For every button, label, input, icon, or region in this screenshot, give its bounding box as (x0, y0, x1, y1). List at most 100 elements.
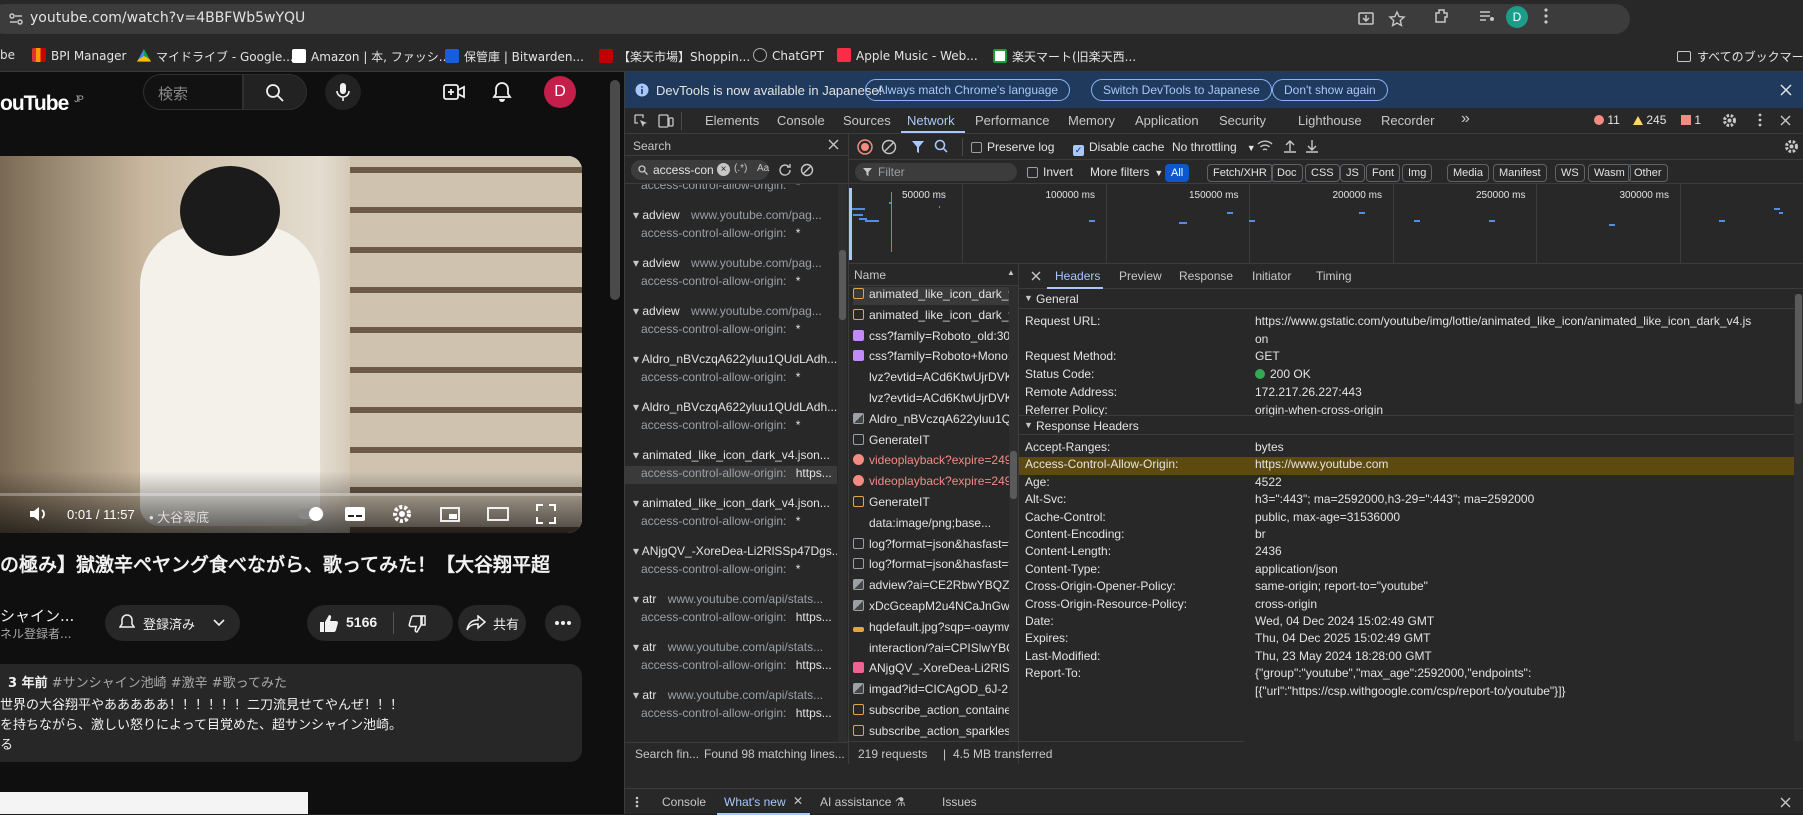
subscribed-button[interactable]: 登録済み (105, 605, 240, 641)
response-header-row[interactable]: Cache-Control: public, max-age=31536000 (1019, 510, 1794, 528)
close-drawer-tab-icon[interactable]: ✕ (793, 794, 803, 808)
url-text[interactable]: youtube.com/watch?v=4BBFWb5wYQU (30, 10, 305, 26)
search-result-file[interactable]: ▾ atr www.youtube.com/api/stats... (633, 592, 823, 606)
network-settings-icon[interactable] (1784, 139, 1799, 154)
tab-performance[interactable]: Performance (975, 113, 1049, 128)
request-row[interactable]: hqdefault.jpg?sqp=-oaymw... (853, 620, 1009, 638)
request-row[interactable]: lvz?evtid=ACd6KtwUjrDVKq... (853, 391, 1009, 409)
response-header-row[interactable]: Expires: Thu, 04 Dec 2025 15:02:49 GMT (1019, 631, 1794, 649)
more-tabs-icon[interactable]: » (1461, 110, 1470, 128)
response-header-row[interactable]: Content-Type: application/json (1019, 562, 1794, 580)
warning-counter[interactable]: 245 (1633, 113, 1666, 127)
miniplayer-icon[interactable] (440, 507, 460, 522)
site-settings-icon[interactable] (8, 11, 24, 27)
request-row[interactable]: lvz?evtid=ACd6KtwUjrDVKq... (853, 370, 1009, 388)
request-row[interactable]: GenerateIT (853, 433, 1009, 451)
search-query-input[interactable]: access-contr × (.*) Aa (631, 160, 769, 180)
youtube-logo[interactable]: ouTube JP (0, 92, 84, 116)
request-row[interactable]: css?family=Roboto_old:300i... (853, 329, 1009, 347)
response-header-row[interactable]: Cross-Origin-Opener-Policy: same-origin; … (1019, 579, 1794, 597)
drawer-tab-ai-assistance[interactable]: AI assistance ⚗ (820, 795, 905, 809)
response-header-row[interactable]: Alt-Svc: h3=":443"; ma=2592000,h3-29=":44… (1019, 492, 1794, 510)
response-header-row[interactable]: Report-To: {"group":"youtube","max_age":2… (1019, 666, 1794, 684)
filter-chip-all[interactable]: All (1165, 164, 1190, 182)
search-result-file[interactable]: ▾ adview www.youtube.com/pag... (633, 304, 822, 318)
bookmark-bitwarden[interactable]: 保管庫 | Bitwarden... (445, 48, 584, 65)
header-value[interactable]: GET (1255, 349, 1280, 363)
tab-preview[interactable]: Preview (1119, 269, 1162, 283)
tab-recorder[interactable]: Recorder (1381, 113, 1434, 128)
dislike-icon[interactable] (408, 615, 426, 633)
search-result-match[interactable]: access-control-allow-origin: * (625, 562, 837, 580)
response-header-row[interactable]: Access-Control-Allow-Origin: https://www.… (1019, 457, 1794, 476)
install-app-icon[interactable] (1357, 10, 1375, 28)
search-result-match[interactable]: access-control-allow-origin: https... (625, 610, 837, 628)
request-row[interactable]: xDcGceapM2u4NCaJnGwbX... (853, 599, 1009, 617)
filter-chip-js[interactable]: JS (1340, 164, 1365, 182)
fullscreen-icon[interactable] (536, 504, 556, 524)
request-row[interactable]: interaction/?ai=CPISlwYBQZ... (853, 641, 1009, 659)
like-icon[interactable] (319, 614, 339, 633)
details-scrollbar[interactable] (1794, 294, 1803, 741)
response-header-row[interactable]: Cross-Origin-Resource-Policy: cross-origi… (1019, 597, 1794, 615)
devtools-menu-icon[interactable] (1758, 113, 1762, 127)
device-toolbar-icon[interactable] (658, 114, 674, 128)
header-value[interactable]: 172.217.26.227:443 (1255, 385, 1362, 399)
search-results-scrollbar[interactable] (838, 184, 847, 742)
filter-chip-fetchxhr[interactable]: Fetch/XHR (1207, 164, 1273, 182)
subtitles-icon[interactable] (344, 506, 366, 522)
request-row[interactable]: adview?ai=CE2RbwYBQZ5r... (853, 578, 1009, 596)
chrome-menu-icon[interactable] (1543, 7, 1549, 25)
bookmark-bpi-manager[interactable]: BPI Manager (32, 48, 126, 63)
search-result-file[interactable]: ▾ adview www.youtube.com/pag... (633, 256, 822, 270)
regex-toggle[interactable]: (.*) (734, 163, 747, 174)
network-overview[interactable]: 50000 ms 100000 ms 150000 ms 200000 ms 25000… (849, 184, 1803, 264)
profile-avatar[interactable]: D (1506, 6, 1528, 28)
tab-timing[interactable]: Timing (1316, 269, 1352, 283)
close-search-icon[interactable] (828, 139, 839, 150)
tab-sources[interactable]: Sources (843, 113, 891, 128)
issues-counter[interactable]: 1 (1681, 113, 1701, 127)
bookmark-amazon[interactable]: Amazon | 本, ファッシ... (292, 48, 450, 65)
like-count[interactable]: 5166 (346, 614, 377, 630)
refresh-search-icon[interactable] (778, 163, 792, 177)
request-row[interactable]: videoplayback?expire=2498... (853, 474, 1009, 492)
bookmark-google-drive[interactable]: マイドライブ - Google... (137, 48, 294, 65)
tab-elements[interactable]: Elements (705, 113, 759, 128)
name-column-header[interactable]: Name (854, 268, 886, 282)
bookmark-apple-music[interactable]: Apple Music - Web... (837, 48, 978, 63)
bookmark-chatgpt[interactable]: ChatGPT (753, 48, 824, 63)
search-result-match[interactable]: access-control-allow-origin: https... (625, 706, 837, 724)
preserve-log-checkbox[interactable]: Preserve log (971, 140, 1054, 154)
scrollbar-thumb[interactable] (1010, 451, 1017, 499)
request-row[interactable]: subscribe_action_sparkles_d... (853, 724, 1009, 741)
record-icon[interactable] (857, 139, 873, 155)
filter-chip-css[interactable]: CSS (1305, 164, 1340, 182)
request-row[interactable]: ANjgQV_-XoreDea-Li2RlSSp... (853, 661, 1009, 679)
tab-network[interactable]: Network (907, 113, 955, 128)
search-result-match[interactable]: access-control-allow-origin: * (625, 418, 837, 436)
search-result-match[interactable]: access-control-allow-origin: * (625, 322, 837, 340)
filter-chip-media[interactable]: Media (1447, 164, 1489, 182)
scrollbar-thumb[interactable] (1795, 294, 1802, 404)
inspect-element-icon[interactable] (634, 114, 648, 128)
request-row[interactable]: animated_like_icon_dark_v4.... (853, 308, 1009, 326)
search-result-match[interactable]: access-control-allow-origin: https... (625, 466, 837, 484)
response-header-row[interactable]: Date: Wed, 04 Dec 2024 15:02:49 GMT (1019, 614, 1794, 632)
more-actions-button[interactable] (545, 605, 581, 641)
create-video-icon[interactable] (443, 82, 465, 102)
scrollbar-thumb[interactable] (839, 250, 846, 320)
page-scrollbar[interactable] (610, 80, 620, 300)
tab-lighthouse[interactable]: Lighthouse (1298, 113, 1362, 128)
drawer-tab-whats-new[interactable]: What's new (724, 795, 786, 809)
request-row[interactable]: videoplayback?expire=2498... (853, 453, 1009, 471)
response-header-row[interactable]: Age: 4522 (1019, 475, 1794, 493)
request-list-scrollbar[interactable] (1009, 286, 1018, 741)
sort-arrow-icon[interactable]: ▲ (1007, 268, 1015, 277)
address-bar[interactable]: youtube.com/watch?v=4BBFWb5wYQU (0, 4, 1630, 34)
voice-search-button[interactable] (325, 74, 361, 110)
drawer-tab-issues[interactable]: Issues (942, 795, 977, 809)
tab-response[interactable]: Response (1179, 269, 1233, 283)
disable-cache-checkbox[interactable]: ✓ Disable cache (1073, 140, 1164, 156)
network-search-icon[interactable] (934, 139, 948, 153)
